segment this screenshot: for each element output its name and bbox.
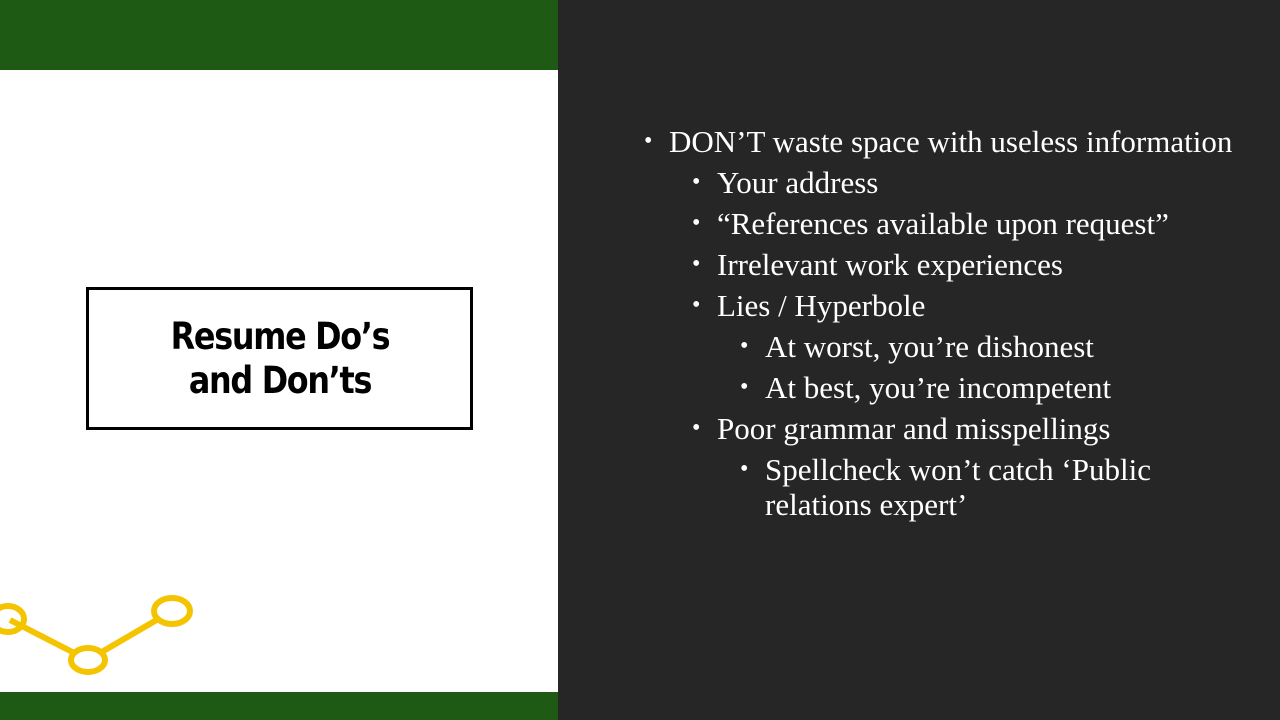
bullet-item: Your address	[644, 165, 1264, 200]
connected-dots-line-icon	[0, 595, 193, 675]
bullet-list: DON’T waste space with useless informati…	[644, 124, 1264, 522]
left-panel: Resume Do’s and Don’ts	[0, 0, 558, 720]
top-accent-band	[0, 0, 558, 70]
bullet-item: At worst, you’re dishonest	[644, 329, 1264, 364]
bullet-item: Lies / Hyperbole	[644, 288, 1264, 323]
slide: Resume Do’s and Don’ts DON’T waste space…	[0, 0, 1280, 720]
bullet-item: Spellcheck won’t catch ‘Public relations…	[644, 452, 1264, 522]
bullet-item: Poor grammar and misspellings	[644, 411, 1264, 446]
title-box: Resume Do’s and Don’ts	[86, 287, 473, 430]
bullet-item: DON’T waste space with useless informati…	[644, 124, 1264, 159]
bullet-item: At best, you’re incompetent	[644, 370, 1264, 405]
bottom-accent-band	[0, 692, 558, 720]
right-panel: DON’T waste space with useless informati…	[558, 0, 1280, 720]
bullet-item: Irrelevant work experiences	[644, 247, 1264, 282]
slide-title: Resume Do’s and Don’ts	[170, 314, 390, 402]
bullet-item: “References available upon request”	[644, 206, 1264, 241]
